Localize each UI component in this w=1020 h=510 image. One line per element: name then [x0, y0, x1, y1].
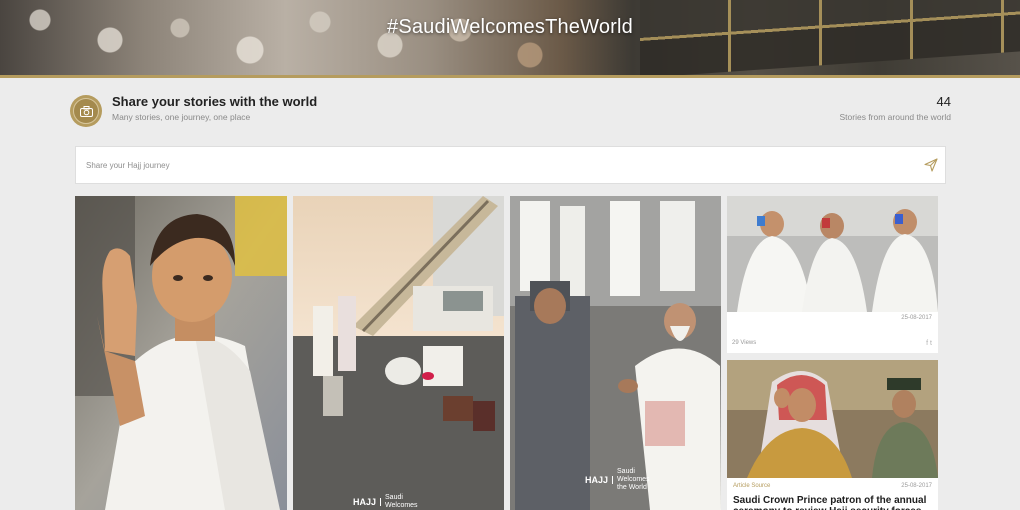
story-photo-article: [727, 360, 938, 478]
story-photo-airport: [293, 196, 504, 510]
story-card-article[interactable]: Article Source 25-08-2017 Saudi Crown Pr…: [727, 360, 938, 510]
story-card-boy[interactable]: [75, 196, 287, 510]
camera-icon: [79, 105, 93, 117]
article-title[interactable]: Saudi Crown Prince patron of the annual …: [733, 495, 932, 510]
stories-count-label: Stories from around the world: [839, 112, 952, 122]
story-photo-pilgrims: [727, 196, 938, 312]
story-card-guard[interactable]: HAJJ Saudi Welcomes the World: [510, 196, 721, 510]
watermark-text: Saudi Welcomes: [385, 494, 418, 509]
share-box: [75, 146, 946, 184]
social-share-icons[interactable]: f t: [926, 340, 932, 347]
watermark-text: Saudi Welcomes the World: [617, 468, 650, 491]
card-views: 29 Views: [732, 340, 757, 346]
story-photo-boy: [75, 196, 287, 510]
send-icon[interactable]: [923, 157, 939, 173]
card-date: 25-08-2017: [901, 483, 932, 489]
stories-count: 44: [936, 94, 951, 109]
story-card-airport[interactable]: HAJJ Saudi Welcomes: [293, 196, 504, 510]
hero-kaaba-image: [640, 0, 1020, 75]
watermark-brand: HAJJ: [353, 498, 382, 507]
card-date: 25-08-2017: [901, 315, 932, 321]
story-card-pilgrims[interactable]: 25-08-2017 29 Views f t: [727, 196, 938, 353]
story-photo-guard: [510, 196, 721, 510]
hero-banner: #SaudiWelcomesTheWorld: [0, 0, 1020, 78]
hero-crowd-image: [0, 0, 600, 75]
hero-hashtag: #SaudiWelcomesTheWorld: [387, 16, 633, 38]
article-source-link[interactable]: Article Source: [733, 483, 770, 489]
camera-badge: [70, 95, 102, 127]
stories-subtitle: Many stories, one journey, one place: [112, 112, 251, 122]
watermark-brand: HAJJ: [585, 476, 614, 485]
stories-title: Share your stories with the world: [112, 94, 318, 109]
share-input[interactable]: [86, 147, 906, 183]
hajj-watermark: HAJJ Saudi Welcomes: [353, 494, 418, 510]
hajj-watermark: HAJJ Saudi Welcomes the World: [585, 468, 650, 492]
